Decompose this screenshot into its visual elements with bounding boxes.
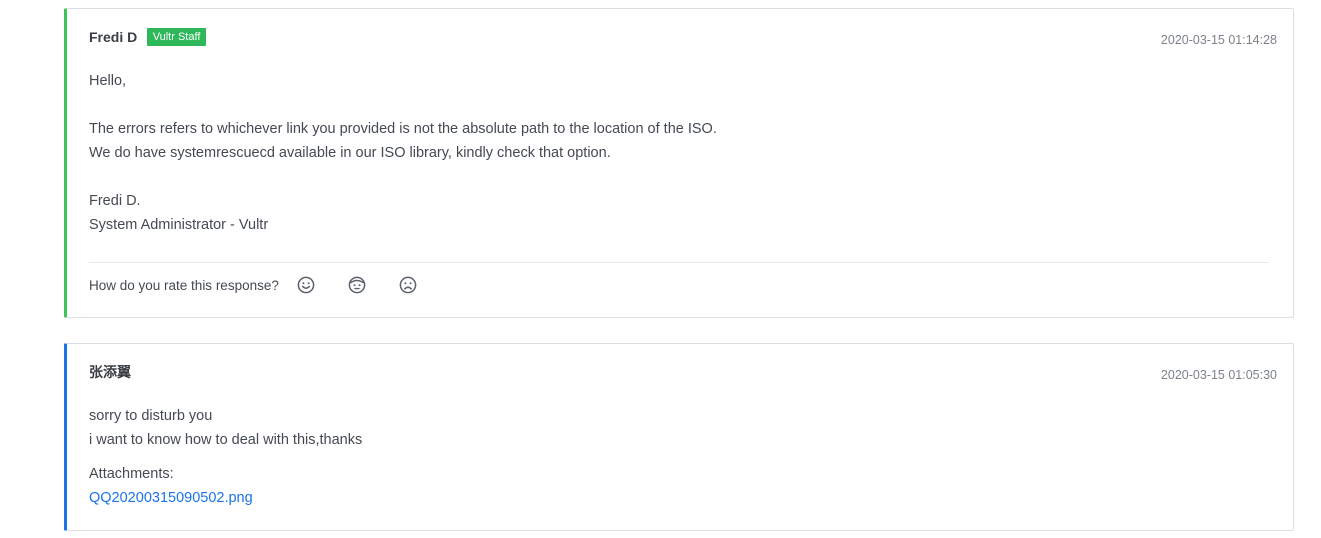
staff-badge: Vultr Staff [146,28,207,46]
staff-message-card: Fredi D Vultr Staff 2020-03-15 01:14:28 … [64,8,1294,318]
message-body: sorry to disturb you i want to know how … [89,404,1269,510]
message-line: Hello, [89,73,127,89]
author-name: 张添翼 [89,364,131,380]
neutral-face-icon[interactable] [348,276,366,294]
message-header: 张添翼 2020-03-15 01:05:30 [89,362,1277,386]
message-body: Hello, The errors refers to whichever li… [89,69,1269,237]
message-line: We do have systemrescuecd available in o… [89,145,611,161]
message-line: sorry to disturb you [89,408,213,424]
rating-prompt: How do you rate this response? [89,277,279,293]
message-timestamp: 2020-03-15 01:05:30 [1160,368,1277,382]
message-line: The errors refers to whichever link you … [89,121,717,137]
message-timestamp: 2020-03-15 01:14:28 [1160,33,1277,47]
sad-face-icon[interactable] [399,276,417,294]
message-line [89,93,1269,117]
attachments-label: Attachments: [89,466,174,482]
user-message-card: 张添翼 2020-03-15 01:05:30 sorry to disturb… [64,343,1294,531]
divider [89,262,1269,263]
attachment-link[interactable]: QQ20200315090502.png [89,486,1269,510]
message-header: Fredi D Vultr Staff 2020-03-15 01:14:28 [89,27,1277,51]
message-line: i want to know how to deal with this,tha… [89,432,363,448]
message-line [89,165,1269,189]
happy-face-icon[interactable] [297,276,315,294]
author-name: Fredi D [89,29,138,45]
message-line: System Administrator - Vultr [89,217,269,233]
rating-row: How do you rate this response? [89,273,440,297]
message-line: Fredi D. [89,193,141,209]
